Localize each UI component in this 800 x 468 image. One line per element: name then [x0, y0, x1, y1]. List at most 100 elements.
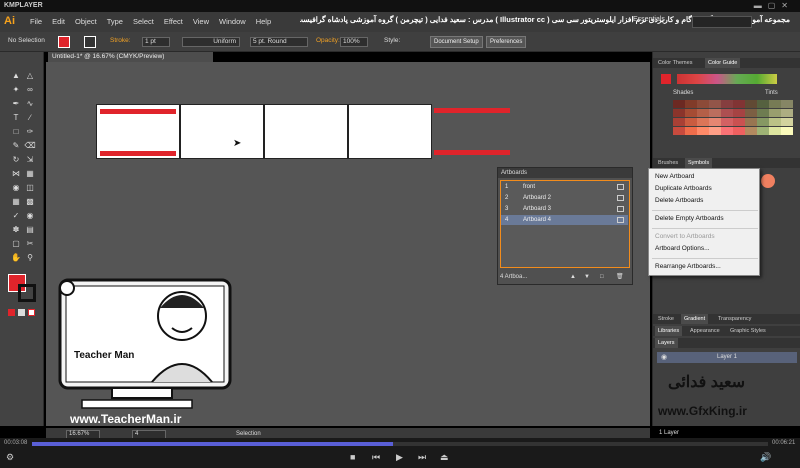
menu-effect[interactable]: Effect	[164, 17, 183, 26]
loose-top-bar[interactable]	[434, 108, 510, 113]
document-tab[interactable]: Untitled-1* @ 16.67% (CMYK/Preview)	[48, 52, 213, 62]
volume-icon[interactable]: 🔊	[760, 452, 771, 463]
opacity-label[interactable]: Opacity:	[316, 37, 340, 44]
magic-wand-tool-icon[interactable]: ✦	[10, 84, 22, 96]
menu-delete-empty-artboards[interactable]: Delete Empty Artboards	[655, 215, 724, 222]
shade-swatch[interactable]	[697, 127, 709, 135]
menu-artboard-options[interactable]: Artboard Options...	[655, 245, 710, 252]
shade-swatch[interactable]	[757, 127, 769, 135]
window-controls[interactable]: ▬▢✕	[754, 1, 794, 10]
artboard-row-selected[interactable]: 4 Artboard 4	[501, 215, 628, 225]
menu-duplicate-artboards[interactable]: Duplicate Artboards	[655, 185, 712, 192]
search-input[interactable]	[692, 16, 752, 28]
tab-stroke[interactable]: Stroke	[655, 314, 677, 324]
scale-tool-icon[interactable]: ⇲	[24, 154, 36, 166]
visibility-eye-icon[interactable]: ◉	[661, 353, 667, 361]
rectangle-tool-icon[interactable]: □	[10, 126, 22, 138]
layer-row[interactable]: ◉ Layer 1	[657, 352, 797, 363]
shade-swatch[interactable]	[673, 109, 685, 117]
menu-file[interactable]: File	[30, 17, 42, 26]
menu-edit[interactable]: Edit	[52, 17, 65, 26]
loose-bottom-bar[interactable]	[434, 150, 510, 155]
zoom-tool-icon[interactable]: ⚲	[24, 252, 36, 264]
artboard-4[interactable]	[348, 104, 432, 159]
eyedropper-tool-icon[interactable]: ✓	[10, 210, 22, 222]
stroke-color-swatch[interactable]	[18, 284, 36, 302]
menu-object[interactable]: Object	[75, 17, 97, 26]
menu-window[interactable]: Window	[219, 17, 246, 26]
direct-selection-tool-icon[interactable]: △	[24, 70, 36, 82]
shade-swatch[interactable]	[757, 118, 769, 126]
shade-swatch[interactable]	[733, 118, 745, 126]
shade-swatch[interactable]	[697, 100, 709, 108]
stop-icon[interactable]: ■	[350, 452, 355, 462]
hand-tool-icon[interactable]: ✋	[10, 252, 22, 264]
artboard-options-icon[interactable]	[617, 206, 624, 212]
symbol-sprayer-tool-icon[interactable]: ✽	[10, 224, 22, 236]
stroke-swatch[interactable]	[84, 36, 96, 48]
shade-swatch[interactable]	[745, 118, 757, 126]
play-icon[interactable]: ▶	[396, 452, 403, 463]
shade-swatch[interactable]	[697, 118, 709, 126]
shade-swatch[interactable]	[721, 127, 733, 135]
move-up-icon[interactable]: ▲	[570, 272, 576, 282]
lasso-tool-icon[interactable]: ∞	[24, 84, 36, 96]
selection-tool-icon[interactable]: ▲	[10, 70, 22, 82]
tab-appearance[interactable]: Appearance	[687, 326, 723, 336]
line-tool-icon[interactable]: ∕	[24, 112, 36, 124]
free-transform-tool-icon[interactable]: ▦	[24, 168, 36, 180]
tab-brushes[interactable]: Brushes	[655, 158, 681, 168]
shade-swatch[interactable]	[709, 118, 721, 126]
paintbrush-tool-icon[interactable]: ✑	[24, 126, 36, 138]
menu-select[interactable]: Select	[133, 17, 154, 26]
symbol-thumbnail[interactable]	[761, 174, 775, 188]
artboard-row[interactable]: 1 front	[501, 182, 628, 192]
shade-swatch[interactable]	[673, 118, 685, 126]
tab-graphic-styles[interactable]: Graphic Styles	[727, 326, 769, 336]
none-mode-icon[interactable]	[28, 309, 35, 316]
shade-swatch[interactable]	[757, 109, 769, 117]
stroke-weight-field[interactable]: 1 pt	[142, 37, 170, 47]
tab-color-themes[interactable]: Color Themes	[655, 58, 695, 68]
artboard-row[interactable]: 3 Artboard 3	[501, 204, 628, 214]
workspace-switcher[interactable]: Essentials	[633, 16, 665, 23]
shade-swatch[interactable]	[781, 127, 793, 135]
base-color-swatch[interactable]	[661, 74, 671, 84]
artboard-row[interactable]: 2 Artboard 2	[501, 193, 628, 203]
gradient-tool-icon[interactable]: ▩	[24, 196, 36, 208]
settings-icon[interactable]: ⚙	[6, 452, 14, 463]
menu-delete-artboards[interactable]: Delete Artboards	[655, 197, 703, 204]
shade-swatch[interactable]	[781, 109, 793, 117]
artboard-options-icon[interactable]	[617, 195, 624, 201]
shade-swatch[interactable]	[769, 100, 781, 108]
shade-swatch[interactable]	[709, 127, 721, 135]
menu-view[interactable]: View	[193, 17, 209, 26]
mesh-tool-icon[interactable]: ▦	[10, 196, 22, 208]
shade-swatch[interactable]	[709, 100, 721, 108]
tab-transparency[interactable]: Transparency	[715, 314, 754, 324]
shade-swatch[interactable]	[781, 100, 793, 108]
current-tool-status[interactable]: Selection	[236, 431, 261, 437]
tab-gradient[interactable]: Gradient	[681, 314, 709, 324]
shade-swatch[interactable]	[721, 109, 733, 117]
opacity-field[interactable]: 100%	[340, 37, 368, 47]
rotate-tool-icon[interactable]: ↻	[10, 154, 22, 166]
shade-swatch[interactable]	[769, 127, 781, 135]
shade-swatch[interactable]	[673, 100, 685, 108]
menu-help[interactable]: Help	[256, 17, 271, 26]
pencil-tool-icon[interactable]: ✎	[10, 140, 22, 152]
previous-icon[interactable]: ⏮	[372, 452, 380, 463]
artboard-options-icon[interactable]	[617, 217, 624, 223]
artboard-options-icon[interactable]	[617, 184, 624, 190]
tab-layers[interactable]: Layers	[655, 338, 678, 348]
menu-rearrange-artboards[interactable]: Rearrange Artboards...	[655, 263, 721, 270]
eraser-tool-icon[interactable]: ⌫	[24, 140, 36, 152]
move-down-icon[interactable]: ▼	[584, 272, 590, 282]
fill-swatch[interactable]	[58, 36, 70, 48]
artboards-panel-title[interactable]: Artboards	[498, 168, 632, 178]
shade-swatch[interactable]	[721, 100, 733, 108]
profile-dropdown[interactable]: Uniform	[182, 37, 240, 47]
pen-tool-icon[interactable]: ✒	[10, 98, 22, 110]
shade-swatch[interactable]	[781, 118, 793, 126]
shade-swatch[interactable]	[769, 109, 781, 117]
